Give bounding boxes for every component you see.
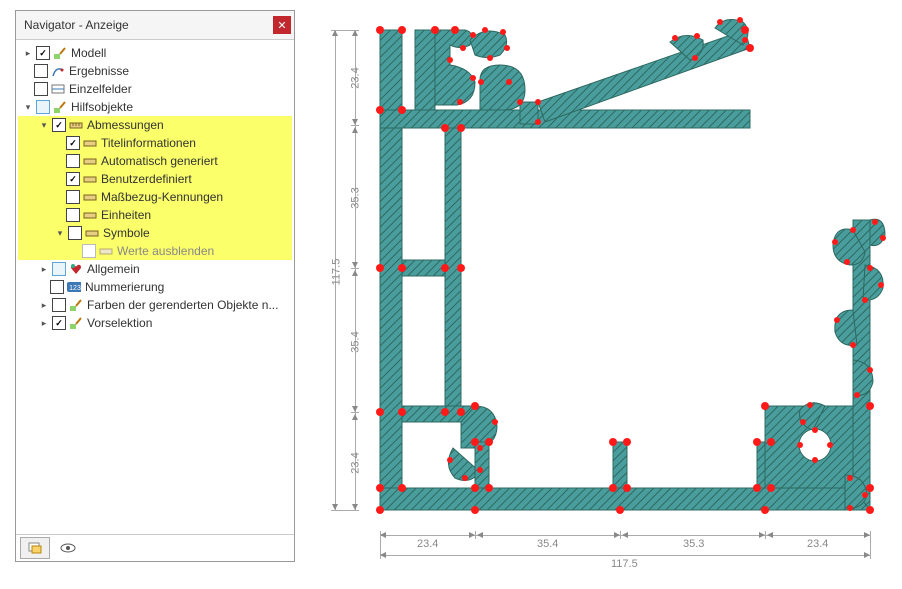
ruler-icon	[83, 136, 97, 150]
ruler-icon	[83, 190, 97, 204]
expander[interactable]: ▸	[38, 299, 50, 311]
tree-item-einzelfelder[interactable]: Einzelfelder	[67, 80, 132, 98]
expander[interactable]: ▸	[22, 47, 34, 59]
brush-icon	[53, 46, 67, 60]
dim-tick	[870, 531, 871, 559]
dim-line	[380, 555, 870, 556]
checkbox[interactable]	[68, 226, 82, 240]
dim-h2: 35.4	[537, 538, 558, 550]
panel-header: Navigator - Anzeige ✕	[16, 11, 294, 40]
brush-icon	[53, 100, 67, 114]
arrow-icon	[864, 552, 870, 558]
dim-h3: 35.3	[683, 538, 704, 550]
expander[interactable]: ▸	[38, 317, 50, 329]
arrow-icon	[622, 532, 628, 538]
checkbox[interactable]	[50, 280, 64, 294]
tree-item-automatisch[interactable]: Automatisch generiert	[99, 152, 218, 170]
dim-tick	[620, 531, 621, 539]
checkbox[interactable]	[66, 154, 80, 168]
expander[interactable]: ▸	[38, 263, 50, 275]
tree-item-massbezug[interactable]: Maßbezug-Kennungen	[99, 188, 223, 206]
checkbox[interactable]	[52, 262, 66, 276]
dim-tick	[475, 531, 476, 539]
checkbox[interactable]	[36, 46, 50, 60]
brush-icon	[69, 298, 83, 312]
checkbox[interactable]	[52, 316, 66, 330]
panel-title: Navigator - Anzeige	[24, 18, 129, 32]
cad-profile	[325, 10, 895, 530]
navigator-panel: Navigator - Anzeige ✕ ▸ Modell Ergebniss…	[15, 10, 295, 562]
tree-item-modell[interactable]: Modell	[69, 44, 106, 62]
fields-icon	[51, 82, 65, 96]
arrow-icon	[477, 532, 483, 538]
ruler-icon	[83, 154, 97, 168]
tree-item-ergebnisse[interactable]: Ergebnisse	[67, 62, 129, 80]
arrow-icon	[380, 532, 386, 538]
tree-item-vorselektion[interactable]: Vorselektion	[85, 314, 152, 332]
arrow-icon	[864, 532, 870, 538]
checkbox[interactable]	[52, 298, 66, 312]
drawing-canvas: 23.4 35.3 35.4 23.4 117.5 23.4 35.4 35.3…	[325, 10, 892, 589]
arrow-icon	[380, 552, 386, 558]
checkbox[interactable]	[82, 244, 96, 258]
tree-item-symbole[interactable]: Symbole	[101, 224, 150, 242]
dim-h1: 23.4	[417, 538, 438, 550]
ruler-icon	[83, 208, 97, 222]
checkbox[interactable]	[66, 208, 80, 222]
svg-text:123: 123	[69, 285, 81, 292]
arrow-icon	[469, 532, 475, 538]
tree-item-farben[interactable]: Farben der gerenderten Objekte n...	[85, 296, 278, 314]
tree-item-allgemein[interactable]: Allgemein	[85, 260, 140, 278]
expander[interactable]: ▾	[22, 101, 34, 113]
tree-item-einheiten[interactable]: Einheiten	[99, 206, 151, 224]
checkbox[interactable]	[66, 190, 80, 204]
dim-tick	[765, 531, 766, 539]
ruler-icon	[85, 226, 99, 240]
checkbox[interactable]	[36, 100, 50, 114]
dim-h4: 23.4	[807, 538, 828, 550]
checkbox[interactable]	[66, 172, 80, 186]
numbering-icon: 123	[67, 280, 81, 294]
tree: ▸ Modell Ergebnisse Einzelfelder ▾ Hilfs…	[16, 40, 294, 534]
tab-panel-icon[interactable]	[20, 537, 50, 559]
arrow-icon	[759, 532, 765, 538]
panel-bottom-bar	[16, 534, 294, 561]
tree-item-abmessungen[interactable]: Abmessungen	[85, 116, 164, 134]
arrow-icon	[614, 532, 620, 538]
close-icon: ✕	[277, 19, 286, 32]
ruler-icon	[69, 118, 83, 132]
tree-item-benutzerdefiniert[interactable]: Benutzerdefiniert	[99, 170, 192, 188]
brush-icon	[69, 316, 83, 330]
ruler-icon	[83, 172, 97, 186]
checkbox[interactable]	[52, 118, 66, 132]
tab-eye-icon[interactable]	[54, 538, 82, 558]
close-button[interactable]: ✕	[273, 16, 291, 34]
results-icon	[51, 64, 65, 78]
tree-item-titelinformationen[interactable]: Titelinformationen	[99, 134, 196, 152]
checkbox[interactable]	[34, 64, 48, 78]
ruler-icon	[99, 244, 113, 258]
heart-icon	[69, 262, 83, 276]
checkbox[interactable]	[66, 136, 80, 150]
tree-item-nummerierung[interactable]: Nummerierung	[83, 278, 164, 296]
expander[interactable]: ▾	[54, 227, 66, 239]
arrow-icon	[767, 532, 773, 538]
expander[interactable]: ▾	[38, 119, 50, 131]
tree-item-werte-ausblenden[interactable]: Werte ausblenden	[115, 242, 214, 260]
tree-item-hilfsobjekte[interactable]: Hilfsobjekte	[69, 98, 133, 116]
checkbox[interactable]	[34, 82, 48, 96]
dim-htotal: 117.5	[611, 558, 638, 570]
